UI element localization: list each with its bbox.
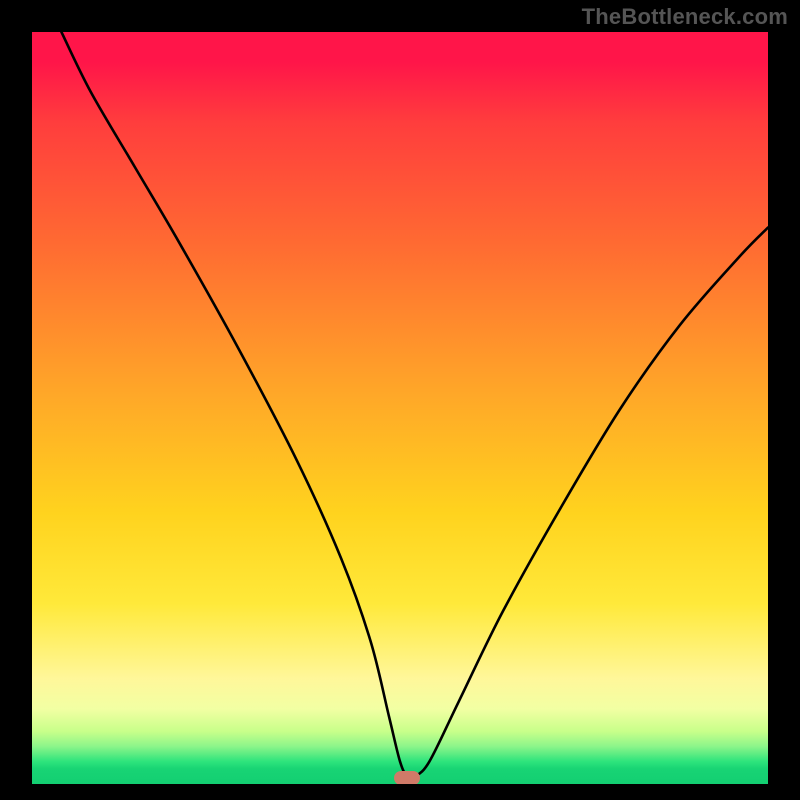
watermark-text: TheBottleneck.com (582, 4, 788, 30)
plot-area (32, 32, 768, 784)
bottleneck-curve (32, 32, 768, 784)
chart-frame: TheBottleneck.com (0, 0, 800, 800)
optimal-marker (394, 771, 420, 784)
